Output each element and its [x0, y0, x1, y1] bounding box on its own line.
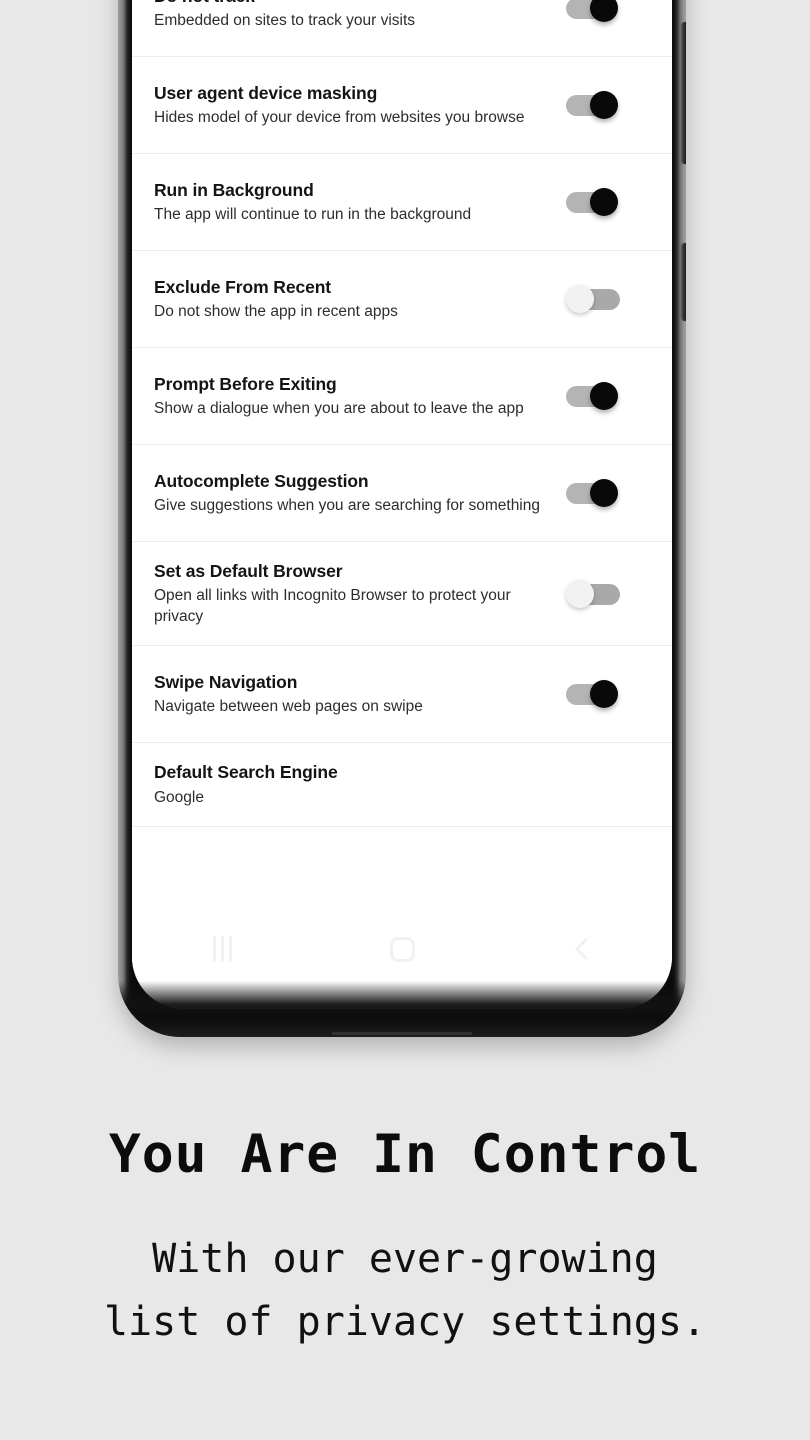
toggle-thumb: [590, 680, 618, 709]
settings-row-default-search-engine[interactable]: Default Search Engine Google: [132, 743, 672, 828]
toggle-thumb: [590, 91, 618, 119]
setting-subtitle: Embedded on sites to track your visits: [154, 11, 416, 29]
row-text: Default Search Engine Google: [154, 761, 566, 808]
setting-subtitle: Give suggestions when you are searching …: [154, 496, 540, 514]
settings-row-do-not-track[interactable]: Do not track Embedded on sites to track …: [132, 0, 672, 57]
setting-title: Exclude From Recent: [154, 276, 332, 297]
toggle-thumb: [566, 579, 594, 608]
device-frame: Do not track Embedded on sites to track …: [118, 0, 686, 1037]
settings-list: Do not track Embedded on sites to track …: [132, 0, 672, 828]
toggle-thumb: [590, 0, 618, 22]
setting-title: User agent device masking: [154, 82, 378, 103]
setting-title: Default Search Engine: [154, 762, 338, 783]
headline: You Are In Control: [108, 1124, 702, 1185]
toggle-thumb: [590, 479, 618, 507]
settings-row-swipe-navigation[interactable]: Swipe Navigation Navigate between web pa…: [132, 646, 672, 744]
row-text: Swipe Navigation Navigate between web pa…: [154, 671, 566, 718]
toggle-autocomplete-suggestion[interactable]: [566, 476, 620, 510]
toggle-prompt-before-exiting[interactable]: [566, 379, 620, 413]
volume-button[interactable]: [682, 22, 686, 164]
row-text: Run in Background The app will continue …: [154, 179, 566, 226]
nav-home-button[interactable]: [312, 929, 492, 969]
row-text: Prompt Before Exiting Show a dialogue wh…: [154, 373, 566, 420]
toggle-do-not-track[interactable]: [566, 0, 620, 25]
setting-title: Swipe Navigation: [154, 671, 298, 692]
row-text: Autocomplete Suggestion Give suggestions…: [154, 470, 566, 517]
device-speaker-grille: [332, 1032, 472, 1035]
setting-title: Autocomplete Suggestion: [154, 470, 369, 491]
subheadline: With our ever-growing list of privacy se…: [103, 1235, 707, 1346]
toggle-user-agent-device-masking[interactable]: [566, 88, 620, 122]
phone-mockup: Do not track Embedded on sites to track …: [118, 0, 686, 1038]
settings-row-run-in-background[interactable]: Run in Background The app will continue …: [132, 154, 672, 251]
toggle-thumb: [566, 285, 594, 313]
setting-subtitle: Open all links with Incognito Browser to…: [154, 587, 511, 625]
row-text: Do not track Embedded on sites to track …: [154, 0, 566, 31]
toggle-exclude-from-recent[interactable]: [566, 282, 620, 316]
setting-subtitle: Hides model of your device from websites…: [154, 108, 525, 126]
marketing-copy: You Are In Control With our ever-growing…: [0, 1124, 810, 1354]
setting-title: Run in Background: [154, 179, 314, 200]
recents-icon: [212, 936, 232, 962]
setting-title: Prompt Before Exiting: [154, 373, 337, 394]
home-icon: [389, 936, 415, 962]
android-navigation-bar: [132, 909, 672, 1009]
setting-value: Google: [154, 788, 204, 806]
toggle-thumb: [590, 382, 618, 410]
settings-row-prompt-before-exiting[interactable]: Prompt Before Exiting Show a dialogue wh…: [132, 348, 672, 445]
setting-title: Set as Default Browser: [154, 561, 343, 581]
row-text: Exclude From Recent Do not show the app …: [154, 276, 566, 323]
toggle-set-as-default-browser[interactable]: [566, 577, 620, 611]
settings-row-exclude-from-recent[interactable]: Exclude From Recent Do not show the app …: [132, 251, 672, 348]
power-button[interactable]: [682, 243, 686, 321]
toggle-thumb: [590, 188, 618, 216]
settings-row-set-as-default-browser[interactable]: Set as Default Browser Open all links wi…: [132, 542, 672, 647]
nav-recents-button[interactable]: [132, 929, 312, 969]
toggle-swipe-navigation[interactable]: [566, 677, 620, 711]
setting-subtitle: The app will continue to run in the back…: [154, 205, 472, 223]
settings-row-user-agent-device-masking[interactable]: User agent device masking Hides model of…: [132, 57, 672, 154]
setting-subtitle: Navigate between web pages on swipe: [154, 698, 423, 716]
setting-title: Do not track: [154, 0, 552, 8]
row-text: Set as Default Browser Open all links wi…: [154, 560, 566, 627]
nav-back-button[interactable]: [492, 929, 672, 969]
setting-subtitle: Show a dialogue when you are about to le…: [154, 399, 524, 417]
toggle-run-in-background[interactable]: [566, 185, 620, 219]
setting-subtitle: Do not show the app in recent apps: [154, 302, 398, 320]
device-screen: Do not track Embedded on sites to track …: [132, 0, 672, 1009]
row-text: User agent device masking Hides model of…: [154, 82, 566, 129]
back-icon: [574, 937, 597, 961]
settings-row-autocomplete-suggestion[interactable]: Autocomplete Suggestion Give suggestions…: [132, 445, 672, 542]
